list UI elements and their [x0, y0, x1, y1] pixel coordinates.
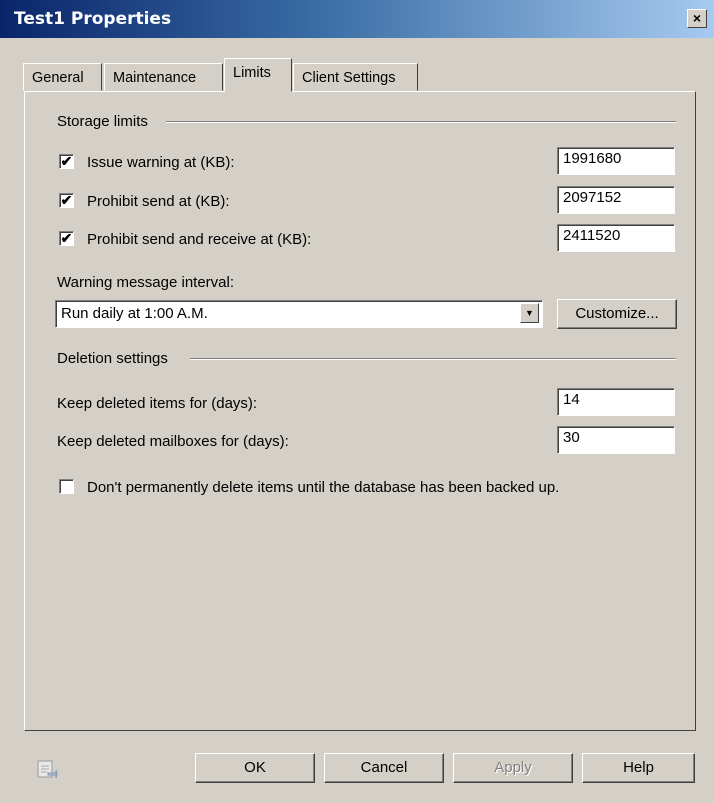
prohibit-send-receive-checkbox[interactable]: ✔: [59, 231, 74, 246]
tab-limits-label: Limits: [233, 65, 271, 81]
tab-maintenance[interactable]: Maintenance: [104, 63, 223, 91]
keep-deleted-mailboxes-label: Keep deleted mailboxes for (days):: [57, 433, 289, 450]
close-button[interactable]: ×: [687, 9, 707, 28]
chevron-down-icon: ▼: [525, 308, 534, 318]
prohibit-send-receive-input[interactable]: 2411520: [557, 224, 675, 252]
tab-client-settings[interactable]: Client Settings: [293, 63, 418, 91]
keep-deleted-mailboxes-input[interactable]: 30: [557, 426, 675, 454]
dropdown-button[interactable]: ▼: [520, 303, 539, 323]
check-icon: ✔: [60, 153, 73, 169]
keep-deleted-items-label: Keep deleted items for (days):: [57, 395, 258, 412]
properties-page-icon: [37, 760, 58, 779]
tab-maintenance-label: Maintenance: [113, 70, 197, 86]
tab-client-settings-label: Client Settings: [302, 70, 396, 86]
issue-warning-label: Issue warning at (KB):: [87, 154, 235, 171]
backup-label: Don't permanently delete items until the…: [87, 479, 560, 496]
deletion-settings-divider: [190, 358, 676, 360]
backup-checkbox[interactable]: [59, 479, 74, 494]
close-icon: ×: [692, 10, 702, 26]
customize-button[interactable]: Customize...: [557, 299, 677, 329]
properties-dialog: Test1 Properties × General Maintenance L…: [0, 0, 714, 803]
storage-limits-divider: [166, 121, 676, 123]
storage-limits-heading: Storage limits: [57, 113, 148, 130]
prohibit-send-receive-label: Prohibit send and receive at (KB):: [87, 231, 312, 248]
warning-interval-label: Warning message interval:: [57, 274, 235, 291]
prohibit-send-label: Prohibit send at (KB):: [87, 193, 230, 210]
check-icon: ✔: [60, 192, 73, 208]
window-title: Test1 Properties: [14, 9, 172, 29]
issue-warning-checkbox[interactable]: ✔: [59, 154, 74, 169]
title-bar: Test1 Properties ×: [0, 0, 714, 38]
warning-interval-select[interactable]: Run daily at 1:00 A.M. ▼: [55, 300, 543, 328]
ok-button[interactable]: OK: [195, 753, 315, 783]
issue-warning-input[interactable]: 1991680: [557, 147, 675, 175]
prohibit-send-input[interactable]: 2097152: [557, 186, 675, 214]
deletion-settings-heading: Deletion settings: [57, 350, 168, 367]
help-button[interactable]: Help: [582, 753, 695, 783]
keep-deleted-items-input[interactable]: 14: [557, 388, 675, 416]
prohibit-send-checkbox[interactable]: ✔: [59, 193, 74, 208]
check-icon: ✔: [60, 230, 73, 246]
cancel-button[interactable]: Cancel: [324, 753, 444, 783]
tab-limits[interactable]: Limits: [224, 58, 292, 92]
apply-button[interactable]: Apply: [453, 753, 573, 783]
warning-interval-value: Run daily at 1:00 A.M.: [61, 305, 208, 322]
tab-general[interactable]: General: [23, 63, 102, 91]
tab-general-label: General: [32, 70, 84, 86]
